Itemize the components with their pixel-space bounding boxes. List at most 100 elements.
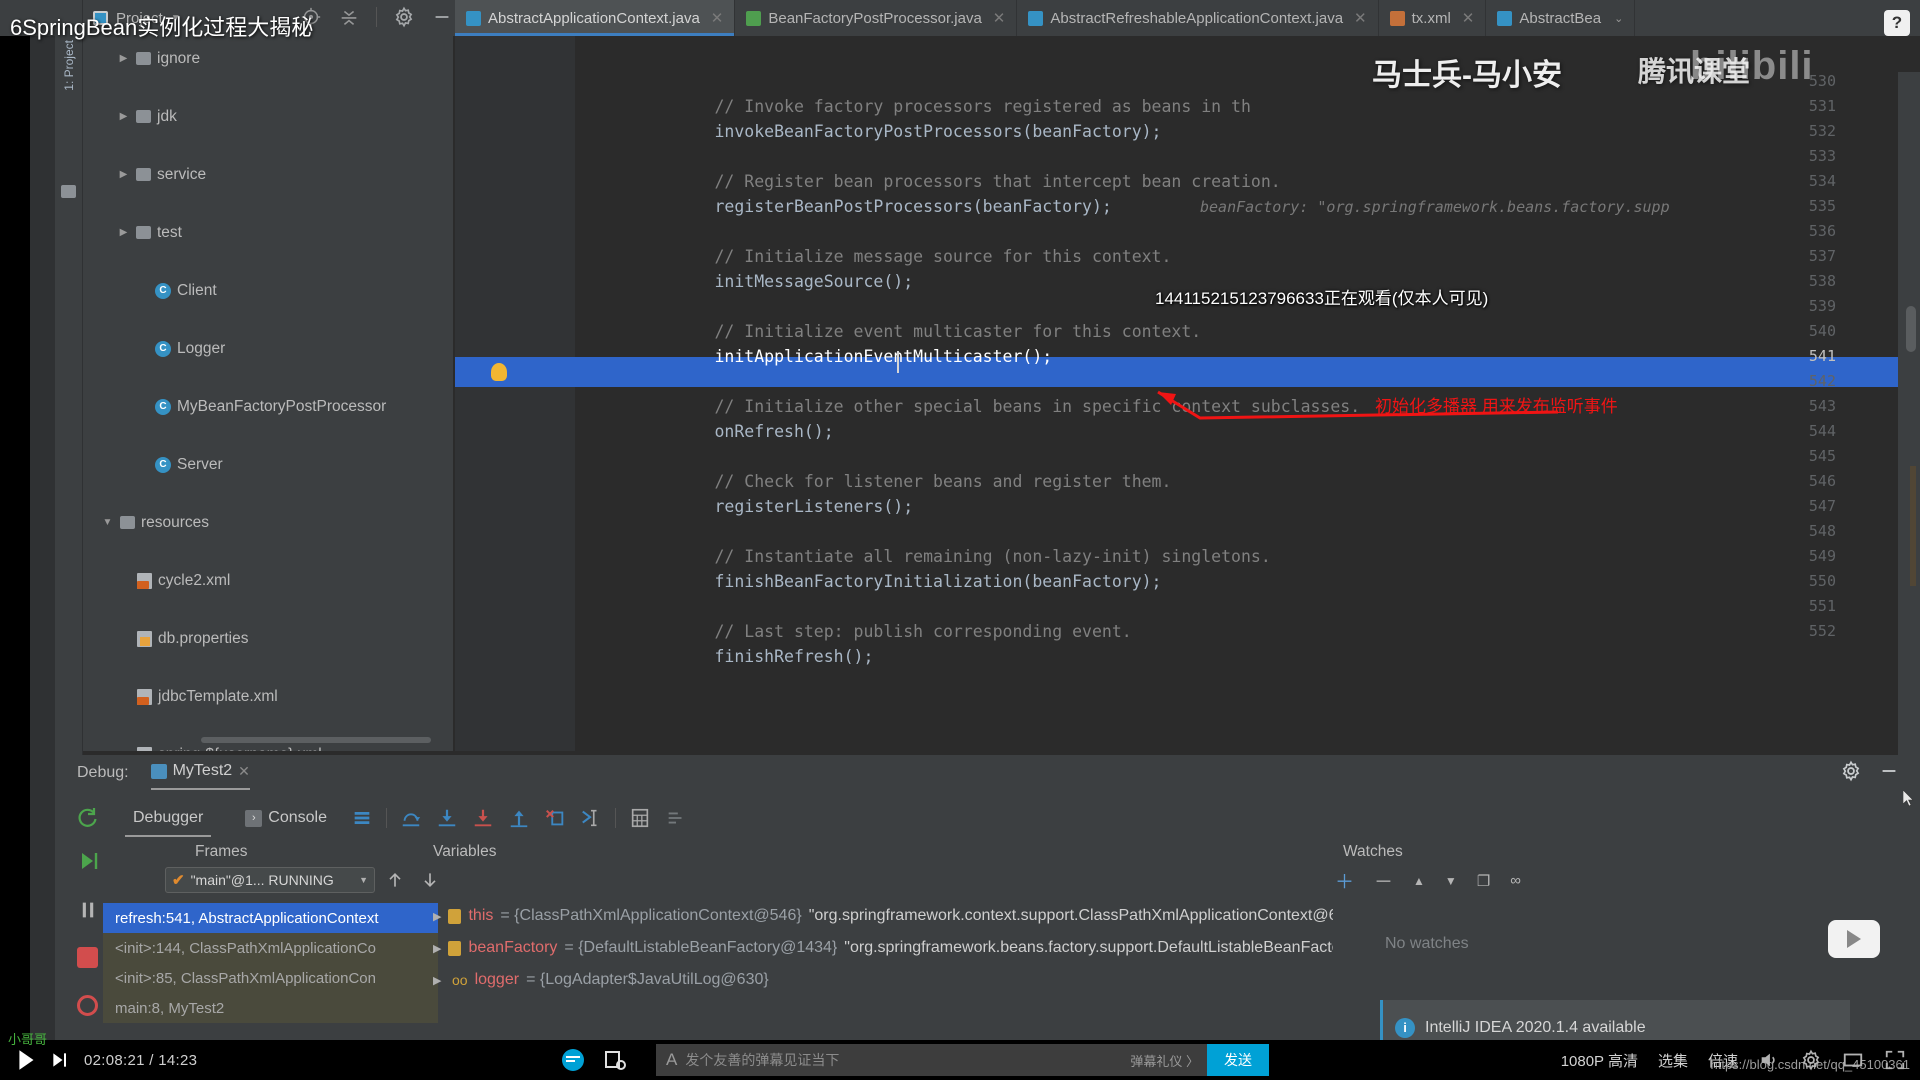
arrow-down-icon[interactable]: ▼: [1445, 874, 1457, 888]
danmaku-toggle-icon[interactable]: [560, 1047, 586, 1073]
tree-item-client[interactable]: C Client: [83, 276, 453, 305]
project-tree-horizontal-scrollbar[interactable]: [201, 737, 431, 743]
link-icon[interactable]: ∞: [1510, 872, 1521, 889]
player-control-bar[interactable]: 02:08:21 / 14:23 A 发个友善的弹幕见证当下 弹幕礼仪 〉 发送…: [0, 1032, 1920, 1080]
chevron-right-icon[interactable]: ▶: [433, 974, 445, 987]
project-toolwindow-strip[interactable]: 1: Project: [55, 0, 83, 760]
editor-vertical-scrollbar[interactable]: [1906, 306, 1916, 352]
chevron-right-icon[interactable]: ▶: [117, 169, 130, 180]
debug-toolbar[interactable]: Debugger › Console: [55, 799, 1920, 837]
close-icon[interactable]: ✕: [1462, 9, 1475, 27]
danmaku-bar[interactable]: A 发个友善的弹幕见证当下 弹幕礼仪 〉 发送: [560, 1044, 1269, 1076]
view-breakpoints-icon[interactable]: [77, 995, 98, 1016]
tree-item-dbproperties[interactable]: db.properties: [83, 624, 453, 653]
close-icon[interactable]: ✕: [993, 9, 1006, 27]
add-icon[interactable]: ＋: [1335, 867, 1354, 894]
debug-session-tab[interactable]: MyTest2 ✕: [150, 762, 251, 790]
run-to-cursor-icon[interactable]: [580, 807, 602, 829]
arrow-up-icon[interactable]: ▲: [1413, 874, 1425, 888]
frame-row[interactable]: <init>:85, ClassPathXmlApplicationCon: [103, 963, 438, 993]
variable-row[interactable]: ▶ oo logger = {LogAdapter$JavaUtilLog@63…: [433, 964, 1333, 996]
tab-console[interactable]: › Console: [237, 807, 335, 829]
intention-bulb-icon[interactable]: [491, 363, 507, 381]
debug-settings-button[interactable]: [1840, 760, 1862, 787]
editor-gutter[interactable]: [455, 36, 575, 751]
stop-program-icon[interactable]: [77, 947, 98, 968]
editor-tab-label: AbstractBea: [1519, 9, 1602, 27]
episodes-button[interactable]: 选集: [1658, 1050, 1688, 1071]
text-format-icon[interactable]: A: [666, 1050, 677, 1070]
mute-breakpoints-icon[interactable]: [351, 807, 373, 829]
tree-item-server[interactable]: C Server: [83, 450, 453, 479]
editor-tab-beanfactorypostprocessor[interactable]: BeanFactoryPostProcessor.java ✕: [735, 0, 1018, 36]
chevron-right-icon[interactable]: ▶: [433, 910, 441, 923]
play-pause-button[interactable]: [14, 1047, 40, 1073]
step-into-icon[interactable]: [436, 807, 458, 829]
frame-row[interactable]: main:8, MyTest2: [103, 993, 438, 1023]
static-field-icon: oo: [452, 972, 468, 988]
danmaku-settings-icon[interactable]: [602, 1047, 628, 1073]
chevron-right-icon[interactable]: ▶: [117, 227, 130, 238]
editor-tab-bar[interactable]: AbstractApplicationContext.java ✕ BeanFa…: [455, 0, 1920, 36]
video-frame[interactable]: 1: Project Project ▼ AbstractApplication…: [0, 0, 1920, 1040]
danmaku-input[interactable]: A 发个友善的弹幕见证当下 弹幕礼仪 〉 发送: [656, 1044, 1269, 1076]
thread-selector[interactable]: ✔ "main"@1... RUNNING ▼: [165, 867, 375, 893]
variable-row[interactable]: ▶ this = {ClassPathXmlApplicationContext…: [433, 900, 1333, 932]
tree-item-jdbctemplatexml[interactable]: jdbcTemplate.xml: [83, 682, 453, 711]
frame-row[interactable]: refresh:541, AbstractApplicationContext: [103, 903, 438, 933]
help-badge[interactable]: ?: [1884, 10, 1910, 36]
project-tree[interactable]: ▶ ignore ▶ jdk ▶ service ▶ test C Client…: [83, 36, 453, 751]
chevron-right-icon[interactable]: ▶: [117, 53, 130, 64]
debug-tool-window[interactable]: Debug: MyTest2 ✕ Debugger › Console Fram…: [55, 755, 1920, 1040]
debug-run-rail[interactable]: [55, 799, 98, 1039]
evaluate-expression-icon[interactable]: [629, 807, 651, 829]
project-toolwindow-label[interactable]: 1: Project: [62, 40, 76, 91]
resume-program-icon[interactable]: [77, 849, 101, 873]
chevron-down-icon[interactable]: ⌄: [1614, 12, 1623, 25]
close-icon[interactable]: ✕: [1354, 9, 1367, 27]
notification-banner[interactable]: i IntelliJ IDEA 2020.1.4 available: [1380, 1000, 1850, 1040]
tree-item-service[interactable]: ▶ service: [83, 160, 453, 189]
watches-toolbar[interactable]: ＋ － ▲ ▼ ❐ ∞: [1335, 867, 1521, 894]
remove-icon[interactable]: －: [1374, 867, 1393, 894]
force-step-into-icon[interactable]: [472, 807, 494, 829]
player-logo-badge[interactable]: [1828, 920, 1880, 958]
quality-selector[interactable]: 1080P 高清: [1561, 1050, 1638, 1071]
arrow-down-icon[interactable]: [420, 870, 440, 890]
chevron-down-icon[interactable]: ▼: [101, 517, 114, 528]
step-out-icon[interactable]: [508, 807, 530, 829]
editor-tab-abstractrefreshableapplicationcontext[interactable]: AbstractRefreshableApplicationContext.ja…: [1017, 0, 1379, 36]
tree-item-logger[interactable]: C Logger: [83, 334, 453, 363]
debug-minimize-button[interactable]: [1878, 760, 1900, 787]
editor-tab-txxml[interactable]: tx.xml ✕: [1379, 0, 1487, 36]
editor-tab-abstractbean[interactable]: AbstractBea ⌄: [1486, 0, 1636, 36]
collapse-all-icon[interactable]: [338, 6, 360, 28]
editor-right-rail[interactable]: [1898, 72, 1920, 787]
gear-icon[interactable]: [393, 6, 415, 28]
minimize-icon[interactable]: [431, 6, 453, 28]
danmaku-etiquette-link[interactable]: 弹幕礼仪 〉: [1130, 1051, 1199, 1070]
danmaku-send-button[interactable]: 发送: [1207, 1044, 1269, 1076]
arrow-up-icon[interactable]: [385, 870, 405, 890]
chevron-right-icon[interactable]: ▶: [433, 942, 441, 955]
tree-item-mybeanfactorypostprocessor[interactable]: C MyBeanFactoryPostProcessor: [83, 392, 453, 421]
variable-row[interactable]: ▶ beanFactory = {DefaultListableBeanFact…: [433, 932, 1333, 964]
chevron-right-icon[interactable]: ▶: [117, 111, 130, 122]
copy-icon[interactable]: ❐: [1477, 872, 1490, 890]
layout-settings-icon[interactable]: [665, 807, 687, 829]
next-episode-button[interactable]: [50, 1050, 70, 1070]
close-icon[interactable]: ✕: [238, 763, 250, 780]
drop-frame-icon[interactable]: [544, 807, 566, 829]
tree-item-jdk[interactable]: ▶ jdk: [83, 102, 453, 131]
tree-item-ignore[interactable]: ▶ ignore: [83, 44, 453, 73]
tree-item-resources[interactable]: ▼ resources: [83, 508, 453, 537]
tree-item-cycle2xml[interactable]: cycle2.xml: [83, 566, 453, 595]
pause-program-icon[interactable]: [77, 899, 99, 921]
chevron-down-icon[interactable]: ▼: [359, 875, 368, 885]
tab-debugger[interactable]: Debugger: [125, 807, 212, 837]
editor-tab-abstractapplicationcontext[interactable]: AbstractApplicationContext.java ✕: [455, 0, 736, 36]
close-icon[interactable]: ✕: [711, 9, 724, 27]
tree-item-test-pkg[interactable]: ▶ test: [83, 218, 453, 247]
step-over-icon[interactable]: [400, 807, 422, 829]
frame-row[interactable]: <init>:144, ClassPathXmlApplicationCo: [103, 933, 438, 963]
